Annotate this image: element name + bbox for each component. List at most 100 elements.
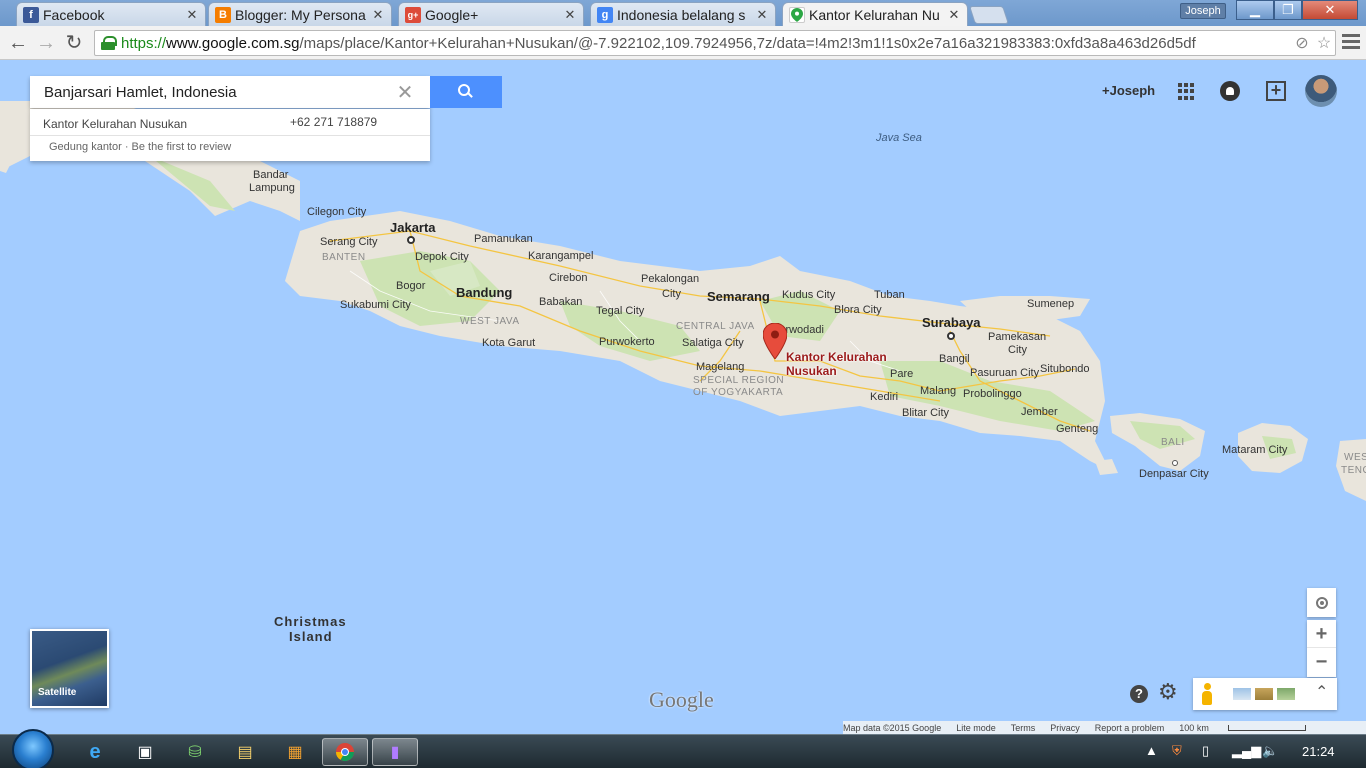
map-label-cilegon: Cilegon City	[307, 206, 367, 218]
new-tab-button[interactable]	[969, 6, 1009, 24]
traffic-layer-icon[interactable]	[1233, 688, 1251, 700]
chrome-icon[interactable]	[322, 738, 368, 766]
tab-label: Kantor Kelurahan Nu	[809, 6, 940, 23]
url-text[interactable]: https://www.google.com.sg/maps/place/Kan…	[121, 35, 1291, 52]
tab-label: Indonesia belalang s	[617, 6, 746, 23]
map-label-pekalongan-city: City	[662, 288, 681, 300]
map-label-jember: Jember	[1021, 406, 1058, 418]
map-label-serang: Serang City	[320, 236, 378, 248]
volume-icon[interactable]: 🔈	[1262, 743, 1278, 759]
map-label-malang: Malang	[920, 385, 957, 397]
privacy-link[interactable]: Privacy	[1050, 723, 1080, 733]
address-bar[interactable]: https://www.google.com.sg/maps/place/Kan…	[94, 30, 1336, 56]
tray-expand-icon[interactable]: ▲	[1145, 743, 1158, 758]
bookmark-star-icon[interactable]: ☆	[1313, 33, 1335, 53]
gear-icon[interactable]: ⚙	[1158, 681, 1178, 703]
map-label-sumenep: Sumenep	[1027, 298, 1075, 310]
app-window-icon[interactable]: ▮	[372, 738, 418, 766]
search-button[interactable]	[430, 76, 502, 108]
map-label-blitar: Blitar City	[902, 407, 950, 419]
search-input[interactable]	[30, 77, 390, 107]
google-plus-user-link[interactable]: +Joseph	[1102, 83, 1155, 98]
map-label-christmas: Christmas	[274, 614, 347, 629]
tab-google-plus[interactable]: g+ Google+ ✕	[398, 2, 584, 26]
close-tab-icon[interactable]: ✕	[755, 7, 769, 23]
map-label-magelang: Magelang	[696, 361, 745, 373]
photo-layer-icon[interactable]	[1277, 688, 1295, 700]
place-result-card[interactable]: Kantor Kelurahan Nusukan +62 271 718879 …	[30, 109, 430, 161]
lite-mode-link[interactable]: Lite mode	[956, 723, 996, 733]
close-tab-icon[interactable]: ✕	[371, 7, 385, 23]
apps-icon[interactable]: ▦	[272, 738, 318, 766]
map-label-situbondo: Situbondo	[1040, 363, 1090, 375]
internet-explorer-icon[interactable]: e	[72, 738, 118, 766]
extension-icon[interactable]: ⊘	[1291, 33, 1313, 53]
tab-indonesia-search[interactable]: g Indonesia belalang s ✕	[590, 2, 776, 26]
zoom-in-button[interactable]: +	[1307, 620, 1336, 648]
zoom-out-button[interactable]: −	[1307, 648, 1336, 676]
pegman-icon[interactable]	[1201, 683, 1213, 705]
menu-icon[interactable]	[1342, 34, 1360, 52]
search-icon	[458, 84, 474, 100]
tab-label: Blogger: My Persona	[235, 6, 366, 23]
close-tab-icon[interactable]: ✕	[947, 7, 961, 23]
map-label-kudus: Kudus City	[782, 289, 836, 301]
city-dot	[407, 236, 415, 244]
windows-taskbar: e ▣ ⛁ ▤ ▦ ▮ ▲ ⛨ ▯ ▂▄▆ 🔈 21:24	[0, 729, 1366, 768]
map-label-yogyakarta-1: SPECIAL REGION	[693, 375, 785, 386]
divider	[30, 135, 430, 136]
close-tab-icon[interactable]: ✕	[563, 7, 577, 23]
place-name[interactable]: Kantor Kelurahan Nusukan	[43, 117, 187, 131]
map-label-pare: Pare	[890, 368, 914, 380]
map-label-semarang: Semarang	[707, 289, 770, 304]
profile-chip[interactable]: Joseph	[1180, 3, 1226, 19]
google-plus-icon: g+	[405, 6, 421, 23]
folder-icon[interactable]: ▤	[222, 738, 268, 766]
facebook-icon: f	[23, 6, 39, 23]
signal-icon[interactable]: ▂▄▆	[1232, 743, 1261, 759]
minimize-button[interactable]: ▁	[1236, 0, 1274, 20]
report-problem-link[interactable]: Report a problem	[1095, 723, 1165, 733]
map-canvas[interactable]: Java Sea Bandar Lampung Cilegon City Jak…	[0, 61, 1366, 734]
forward-button[interactable]: →	[34, 31, 58, 55]
my-location-button[interactable]	[1307, 588, 1336, 617]
clear-search-icon[interactable]: ✕	[390, 80, 420, 105]
chevron-up-icon[interactable]: ⌃	[1315, 684, 1328, 702]
tab-facebook[interactable]: f Facebook ✕	[16, 2, 206, 26]
close-window-button[interactable]: ✕	[1302, 0, 1358, 20]
notification-bell-icon[interactable]	[1220, 81, 1240, 101]
browser-tab-strip: f Facebook ✕ B Blogger: My Persona ✕ g+ …	[0, 0, 1366, 26]
help-icon[interactable]: ?	[1130, 685, 1148, 703]
avatar[interactable]	[1305, 75, 1337, 107]
reload-button[interactable]: ↻	[62, 31, 86, 55]
map-label-pamekasan: Pamekasan	[988, 331, 1047, 343]
terms-link[interactable]: Terms	[1011, 723, 1036, 733]
back-button[interactable]: ←	[6, 31, 30, 55]
tray-security-icon[interactable]: ⛨	[1172, 743, 1182, 759]
share-plus-icon[interactable]: +	[1266, 81, 1286, 101]
map-label-blora: Blora City	[834, 304, 882, 316]
start-button[interactable]	[12, 729, 54, 768]
place-phone[interactable]: +62 271 718879	[290, 115, 377, 129]
scale-label: 100 km	[1179, 723, 1321, 733]
taskbar-clock[interactable]: 21:24	[1302, 744, 1335, 759]
location-pin-icon[interactable]	[763, 323, 787, 359]
apps-grid-icon[interactable]	[1178, 83, 1195, 100]
map-label-tuban: Tuban	[874, 289, 905, 301]
terrain-layer-icon[interactable]	[1255, 688, 1273, 700]
map-label-lampung: Lampung	[249, 182, 295, 194]
media-player-icon[interactable]: ▣	[122, 738, 168, 766]
tab-kantor-kelurahan[interactable]: Kantor Kelurahan Nu ✕	[782, 2, 968, 26]
place-details[interactable]: Gedung kantor · Be the first to review	[49, 141, 231, 153]
pin-label[interactable]: Kantor Kelurahan Nusukan	[786, 350, 887, 378]
satellite-toggle[interactable]: Satellite	[30, 629, 109, 708]
maximize-button[interactable]: ❐	[1274, 0, 1302, 20]
map-land-layer	[0, 101, 1366, 501]
battery-icon[interactable]: ▯	[1202, 743, 1209, 759]
map-label-banten: BANTEN	[322, 252, 366, 263]
url-path: /maps/place/Kantor+Kelurahan+Nusukan/@-7…	[299, 34, 1196, 52]
close-tab-icon[interactable]: ✕	[185, 7, 199, 23]
tab-blogger[interactable]: B Blogger: My Persona ✕	[208, 2, 392, 26]
map-label-probolinggo: Probolinggo	[963, 388, 1022, 400]
store-icon[interactable]: ⛁	[172, 738, 218, 766]
